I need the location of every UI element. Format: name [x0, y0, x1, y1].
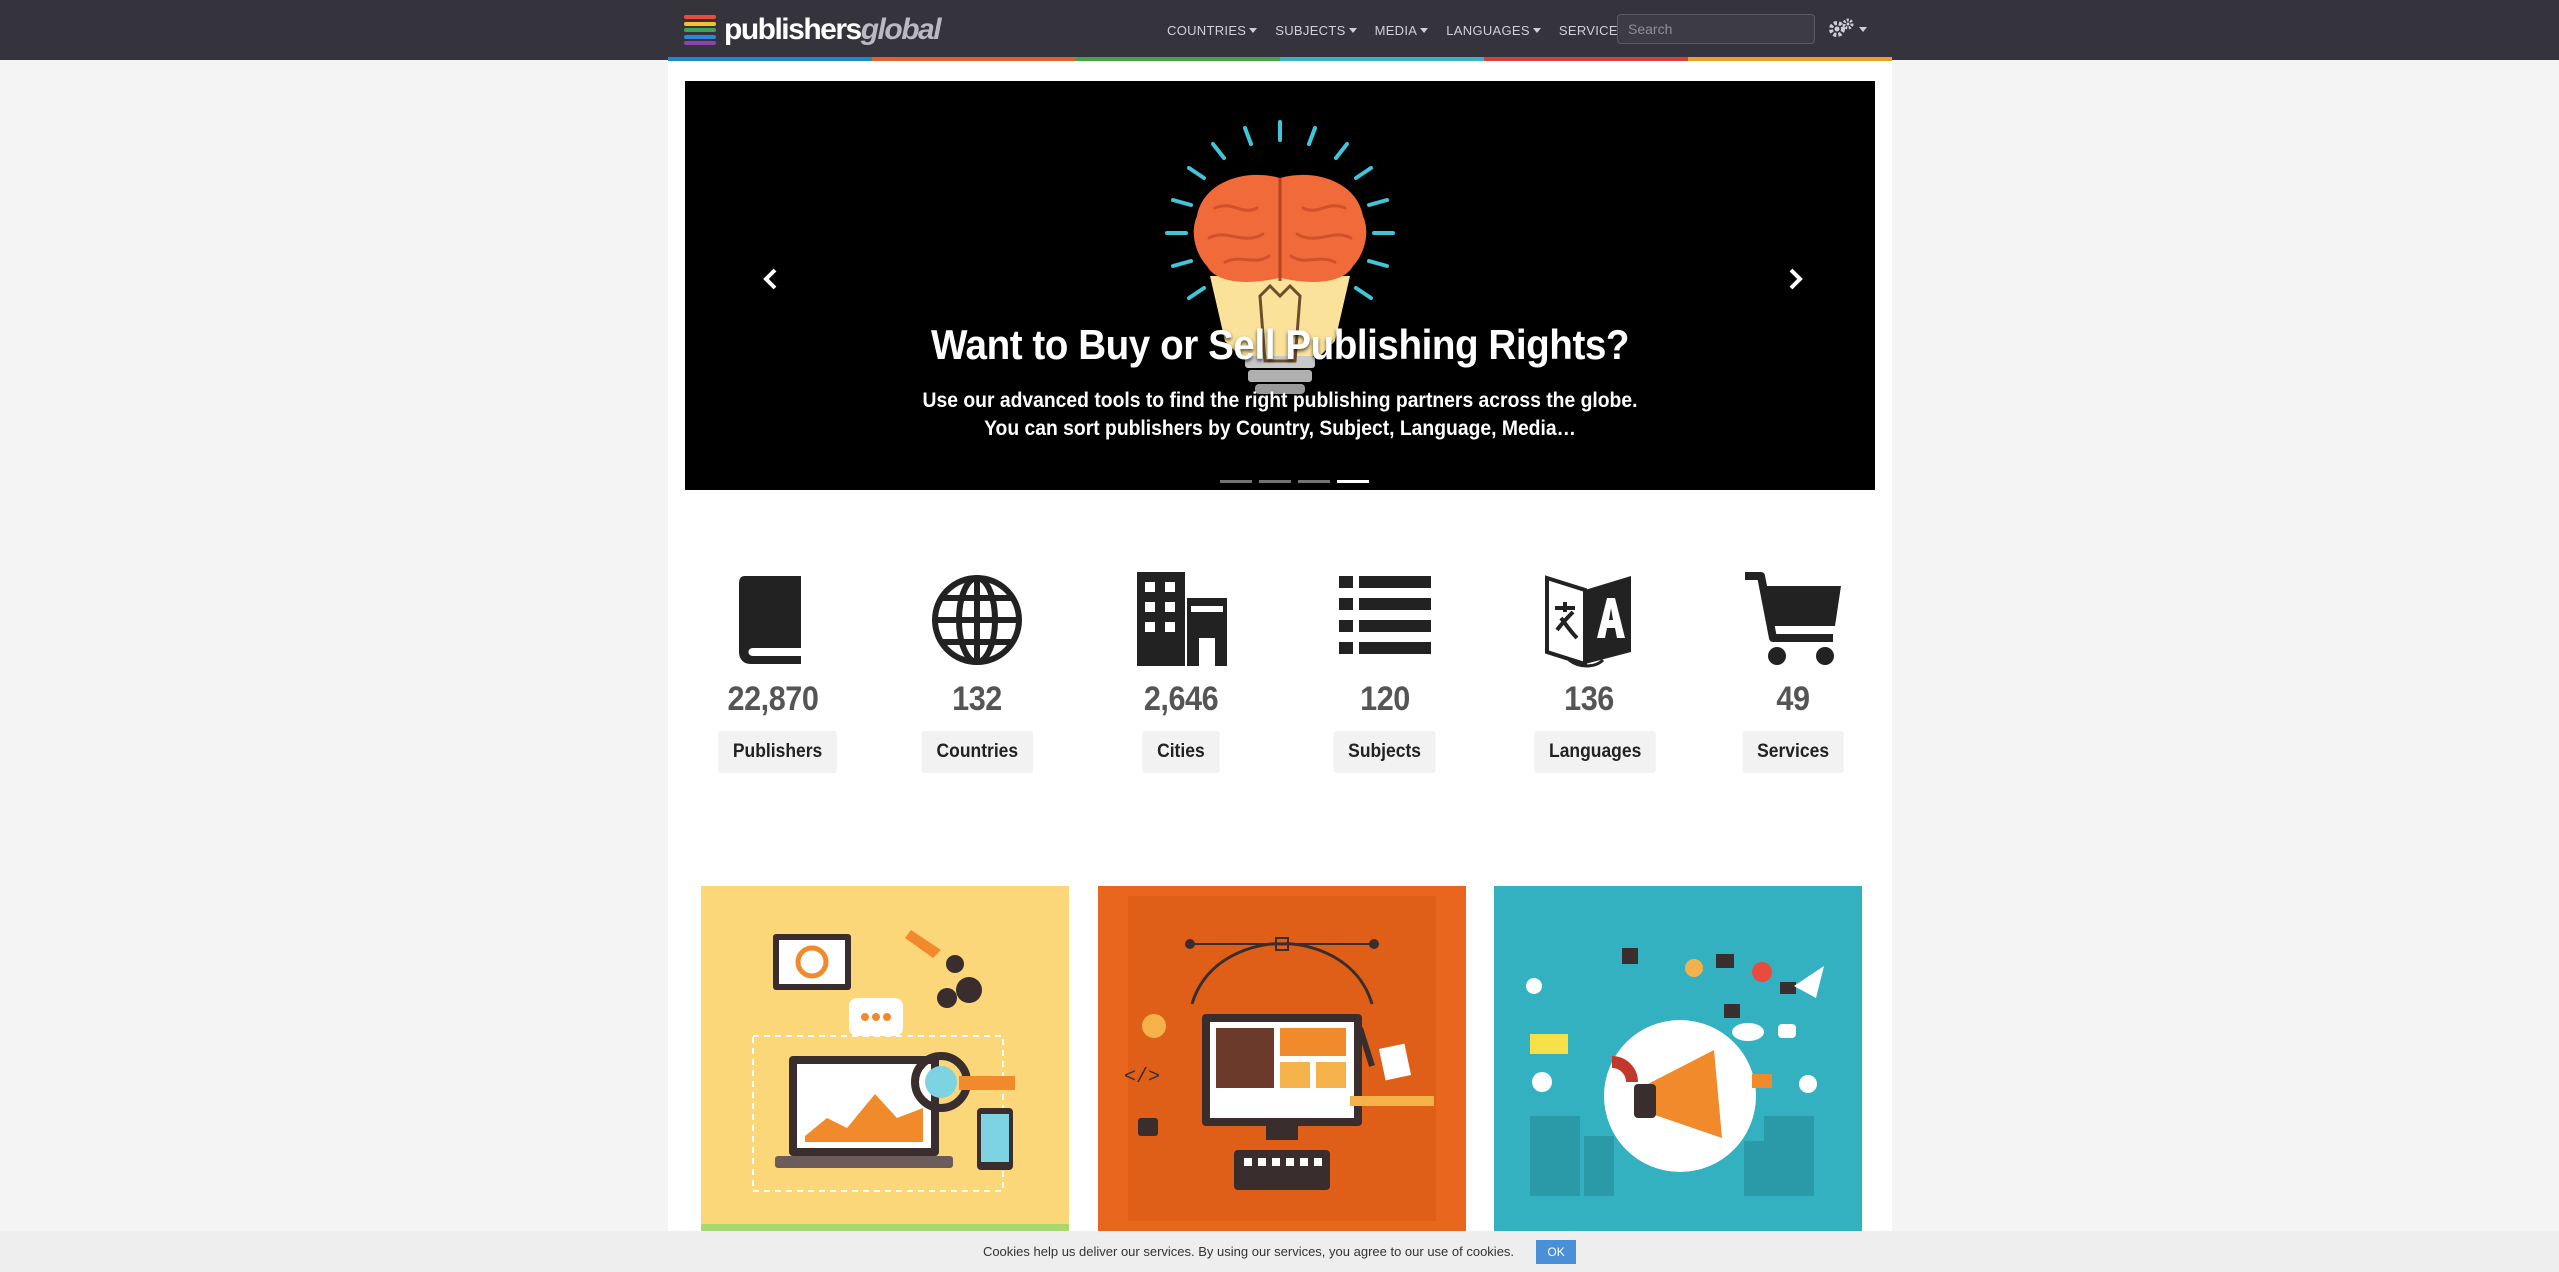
- logo-text-part2: global: [860, 13, 942, 46]
- globe-icon: [932, 575, 1022, 665]
- carousel-indicator[interactable]: [1259, 480, 1291, 483]
- nav-countries-label: COUNTRIES: [1167, 22, 1247, 38]
- caret-down-icon: [1420, 27, 1429, 33]
- carousel-next-button[interactable]: [1775, 259, 1815, 299]
- logo-text: publishersglobal: [724, 13, 942, 47]
- cookie-ok-button[interactable]: OK: [1536, 1239, 1577, 1264]
- main-content: Want to Buy or Sell Publishing Rights? U…: [668, 61, 1892, 1231]
- marketing-card[interactable]: [1494, 886, 1862, 1231]
- translate-icon: [1545, 575, 1631, 668]
- svg-text:</>: </>: [1124, 1066, 1160, 1089]
- main-menu: COUNTRIES SUBJECTS MEDIA LANGUAGES SERVI…: [1167, 0, 1656, 60]
- stat-countries-value: 132: [952, 680, 1002, 718]
- caret-down-icon: [1532, 27, 1541, 33]
- web-analytics-card[interactable]: [701, 886, 1069, 1231]
- caret-down-icon: [1859, 26, 1867, 32]
- web-design-illustration: </>: [1098, 886, 1466, 1231]
- carousel-indicator[interactable]: [1298, 480, 1330, 483]
- buildings-icon: [1137, 572, 1227, 666]
- stat-countries[interactable]: 132 Countries: [917, 568, 1037, 773]
- web-design-card[interactable]: </>: [1098, 886, 1466, 1231]
- stat-languages-value: 136: [1564, 680, 1614, 718]
- nav-media-label: MEDIA: [1374, 22, 1418, 38]
- hero-carousel[interactable]: Want to Buy or Sell Publishing Rights? U…: [685, 81, 1875, 490]
- logo-text-part1: publishers: [724, 13, 862, 46]
- nav-subjects-label: SUBJECTS: [1275, 22, 1346, 38]
- cookie-message: Cookies help us deliver our services. By…: [982, 1244, 1515, 1259]
- chevron-right-icon: [1789, 268, 1803, 290]
- gears-icon: [1829, 18, 1854, 37]
- stat-cities-value: 2,646: [1143, 680, 1219, 718]
- list-icon: [1339, 576, 1431, 654]
- navbar-inner: publishersglobal COUNTRIES SUBJECTS MEDI…: [668, 0, 1892, 60]
- stat-subjects-value: 120: [1360, 680, 1410, 718]
- marketing-illustration: [1494, 886, 1862, 1231]
- site-logo[interactable]: publishersglobal: [684, 10, 942, 50]
- stat-services[interactable]: 49 Services: [1733, 568, 1853, 773]
- stat-cities-label: Cities: [1142, 731, 1220, 773]
- carousel-title: Want to Buy or Sell Publishing Rights?: [930, 321, 1630, 368]
- stats-row: 22,870 Publishers 132 Countries 2,646 Ci…: [668, 568, 1892, 778]
- stat-subjects-label: Subjects: [1333, 731, 1437, 773]
- caret-down-icon: [1348, 27, 1357, 33]
- stat-subjects[interactable]: 120 Subjects: [1325, 568, 1445, 773]
- stat-publishers[interactable]: 22,870 Publishers: [713, 568, 837, 773]
- search-input[interactable]: [1617, 14, 1815, 44]
- stat-publishers-value: 22,870: [727, 680, 819, 718]
- stat-languages[interactable]: 136 Languages: [1529, 568, 1657, 773]
- stat-services-label: Services: [1742, 731, 1844, 773]
- carousel-indicator-active[interactable]: [1337, 480, 1369, 483]
- cart-icon: [1745, 572, 1841, 665]
- nav-languages-label: LANGUAGES: [1446, 22, 1530, 38]
- cookie-consent-bar: Cookies help us deliver our services. By…: [0, 1231, 2559, 1272]
- web-analytics-illustration: [701, 886, 1069, 1231]
- carousel-prev-button[interactable]: [751, 259, 791, 299]
- nav-languages[interactable]: LANGUAGES: [1446, 23, 1541, 38]
- carousel-text: Use our advanced tools to find the right…: [922, 389, 1638, 440]
- stat-countries-label: Countries: [921, 731, 1033, 773]
- nav-countries[interactable]: COUNTRIES: [1167, 22, 1258, 38]
- carousel-indicators: [1220, 480, 1369, 483]
- carousel-indicator[interactable]: [1220, 480, 1252, 483]
- stat-services-value: 49: [1776, 680, 1810, 718]
- stat-cities[interactable]: 2,646 Cities: [1121, 568, 1241, 773]
- top-navbar: publishersglobal COUNTRIES SUBJECTS MEDI…: [0, 0, 2559, 61]
- caret-down-icon: [1249, 27, 1258, 33]
- settings-dropdown[interactable]: [1828, 16, 1867, 42]
- stat-languages-label: Languages: [1534, 731, 1657, 773]
- logo-stripes-icon: [684, 15, 716, 45]
- nav-subjects[interactable]: SUBJECTS: [1275, 22, 1357, 38]
- book-icon: [739, 576, 801, 664]
- chevron-left-icon: [763, 268, 777, 290]
- nav-media[interactable]: MEDIA: [1375, 23, 1429, 38]
- stat-publishers-label: Publishers: [718, 731, 837, 773]
- carousel-caption: Want to Buy or Sell Publishing Rights? U…: [685, 321, 1875, 443]
